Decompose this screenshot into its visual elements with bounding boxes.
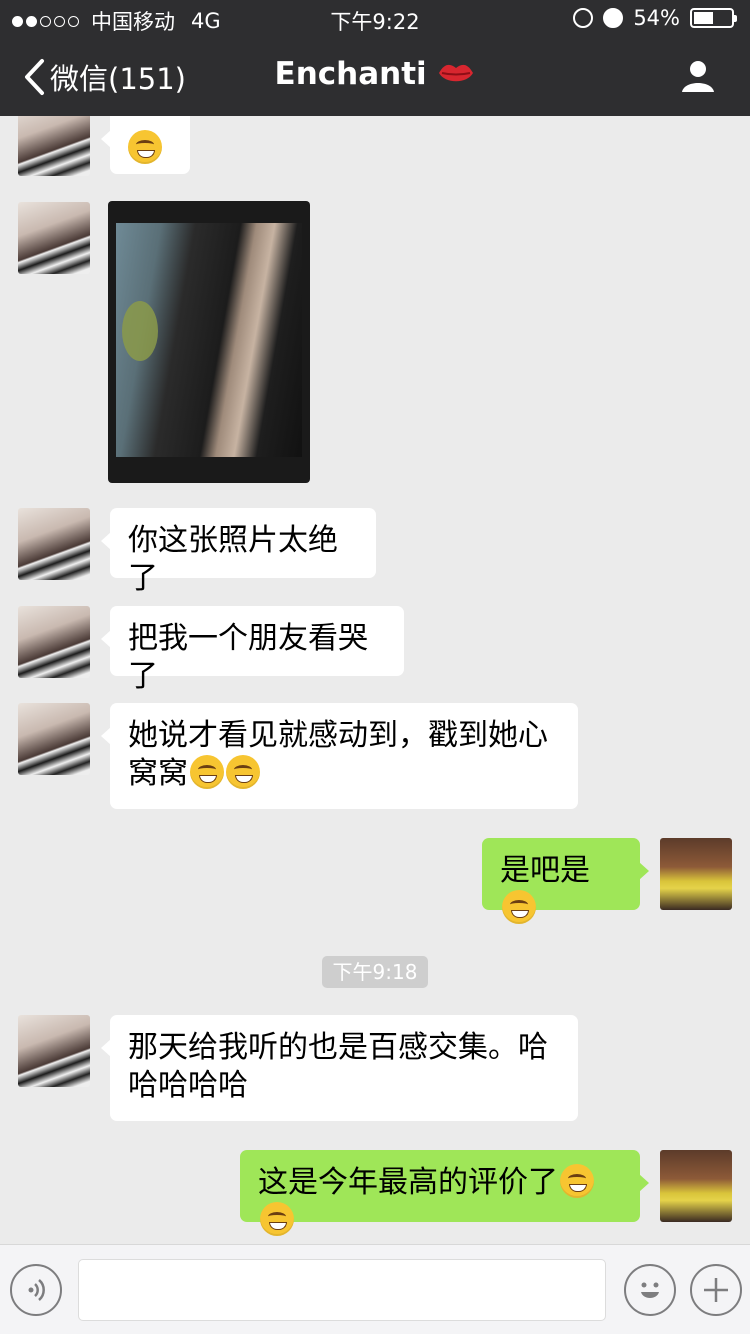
photo-bouquet [122, 301, 158, 361]
message-bubble-incoming[interactable]: 她说才看见就感动到，戳到她心窝窝 [101, 703, 578, 809]
battery-icon [690, 8, 737, 28]
contact-avatar[interactable] [18, 508, 90, 580]
emoji-button[interactable] [624, 1264, 676, 1316]
my-avatar[interactable] [660, 838, 732, 910]
smile-emoji-icon [128, 130, 162, 164]
tears-of-joy-emoji-icon [260, 1202, 294, 1236]
message-text: 你这张照片太绝了 [128, 523, 338, 596]
person-icon [682, 61, 714, 92]
plus-icon [704, 1278, 728, 1302]
status-bar: 中国移动 4G 下午9:22 54% [0, 0, 750, 38]
message-text: 这是今年最高的评价了 [258, 1165, 558, 1200]
emoji-icon [641, 1282, 659, 1298]
status-right: 54% [573, 6, 737, 30]
message-bubble-outgoing[interactable]: 这是今年最高的评价了 [240, 1150, 649, 1236]
chat-area[interactable]: 你这张照片太绝了 把我一个朋友看哭了 她说才看见就感动到，戳到她心窝窝 是吧是 … [0, 116, 750, 1244]
contact-avatar[interactable] [18, 1015, 90, 1087]
flushed-emoji-icon [190, 755, 224, 789]
voice-button[interactable] [10, 1264, 62, 1316]
contact-avatar[interactable] [18, 202, 90, 274]
battery-fill [694, 12, 713, 24]
nav-bar: 微信(151) Enchanti [0, 38, 750, 116]
grin-emoji-icon [502, 890, 536, 924]
message-bubble-incoming[interactable]: 那天给我听的也是百感交集。哈哈哈哈哈 [101, 1015, 578, 1121]
alarm-icon [603, 8, 624, 28]
my-avatar[interactable] [660, 1150, 732, 1222]
voice-icon [28, 1279, 45, 1301]
contact-avatar[interactable] [18, 116, 90, 176]
message-text: 那天给我听的也是百感交集。哈哈哈哈哈 [128, 1030, 548, 1103]
message-bubble-incoming[interactable] [101, 116, 190, 174]
message-input[interactable] [78, 1259, 606, 1321]
battery-percent: 54% [633, 6, 680, 30]
more-button[interactable] [690, 1264, 742, 1316]
contact-avatar[interactable] [18, 703, 90, 775]
input-bar [0, 1244, 750, 1334]
message-bubble-incoming[interactable]: 你这张照片太绝了 [101, 508, 376, 596]
message-bubble-incoming[interactable]: 把我一个朋友看哭了 [101, 606, 404, 694]
message-text: 是吧是 [500, 853, 590, 888]
flushed-emoji-icon [226, 755, 260, 789]
photo-message[interactable] [108, 201, 310, 483]
lips-icon [439, 64, 474, 82]
chat-title-text: Enchanti [274, 56, 427, 92]
message-text: 她说才看见就感动到，戳到她心窝窝 [128, 718, 548, 791]
rotation-lock-icon [573, 8, 594, 28]
clock: 下午9:22 [330, 10, 420, 34]
time-divider: 下午9:18 [322, 956, 428, 988]
tears-of-joy-emoji-icon [560, 1164, 594, 1198]
chat-info-button[interactable] [680, 58, 716, 98]
message-bubble-outgoing[interactable]: 是吧是 [482, 838, 649, 924]
message-text: 把我一个朋友看哭了 [128, 621, 368, 694]
contact-avatar[interactable] [18, 606, 90, 678]
chat-title: Enchanti [0, 56, 750, 92]
